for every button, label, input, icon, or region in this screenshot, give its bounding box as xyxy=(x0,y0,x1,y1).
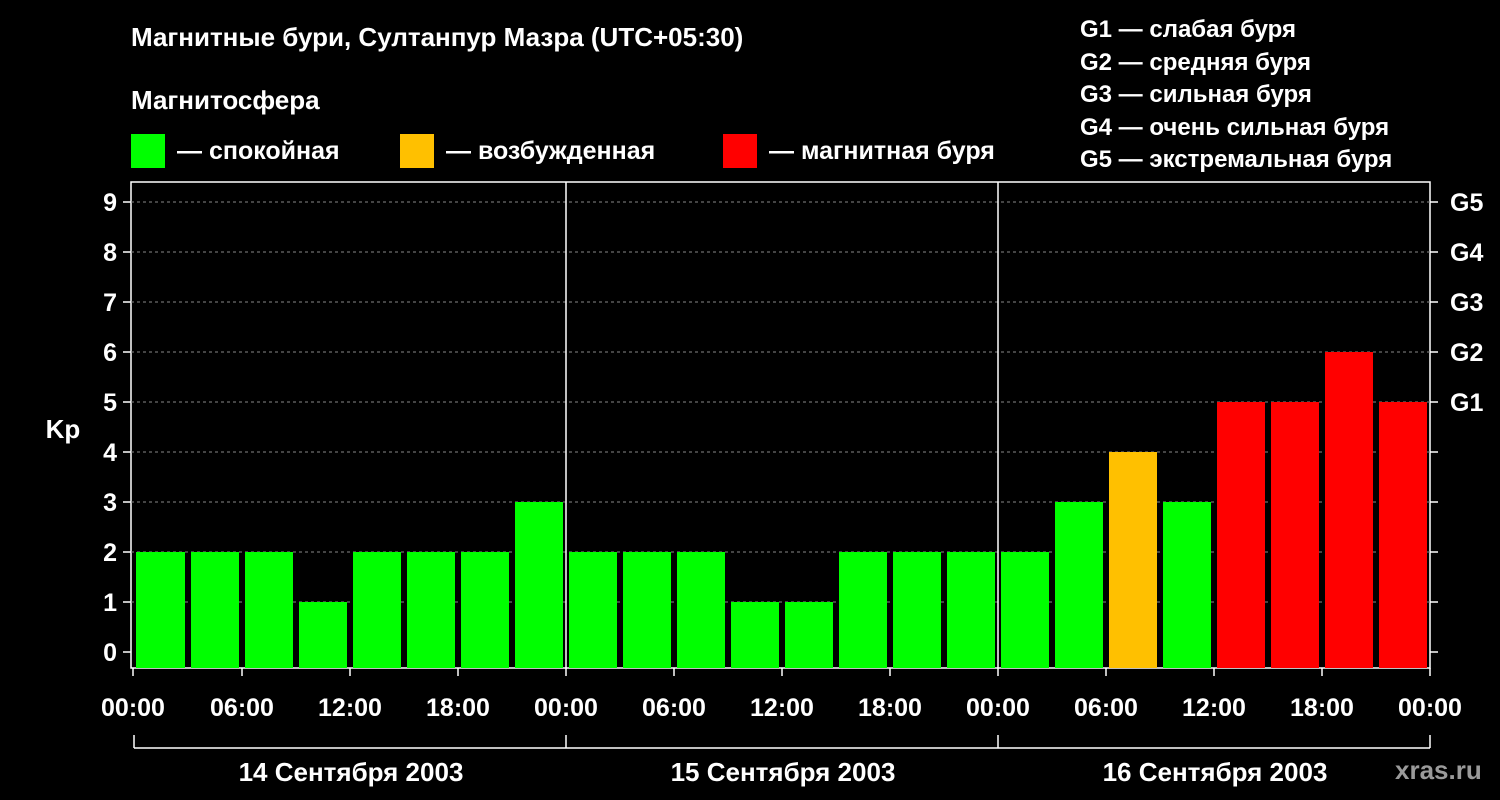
x-tick-label-12: 00:00 xyxy=(1398,694,1462,722)
x-tick-label-11: 18:00 xyxy=(1290,694,1354,722)
bar-18 xyxy=(1109,452,1157,668)
x-tick-label-1: 06:00 xyxy=(210,694,274,722)
bar-14 xyxy=(893,552,941,668)
day-label-2: 16 Сентября 2003 xyxy=(1103,757,1328,787)
bar-4 xyxy=(353,552,401,668)
g-tick-label-g5: G5 xyxy=(1450,189,1483,217)
x-tick-label-0: 00:00 xyxy=(101,694,165,722)
bar-11 xyxy=(731,602,779,668)
y-tick-label-6: 6 xyxy=(103,339,117,367)
bar-19 xyxy=(1163,502,1211,668)
y-tick-label-0: 0 xyxy=(103,639,117,667)
y-tick-label-2: 2 xyxy=(103,539,117,567)
bar-15 xyxy=(947,552,995,668)
y-tick-label-8: 8 xyxy=(103,239,117,267)
g-tick-label-g4: G4 xyxy=(1450,239,1483,267)
x-tick-label-3: 18:00 xyxy=(426,694,490,722)
y-tick-label-3: 3 xyxy=(103,489,117,517)
x-tick-label-7: 18:00 xyxy=(858,694,922,722)
y-tick-label-1: 1 xyxy=(103,589,117,617)
watermark: xras.ru xyxy=(1395,755,1482,785)
x-tick-label-2: 12:00 xyxy=(318,694,382,722)
x-tick-label-8: 00:00 xyxy=(966,694,1030,722)
g-tick-label-g3: G3 xyxy=(1450,289,1483,317)
g-tick-label-g2: G2 xyxy=(1450,339,1483,367)
bar-9 xyxy=(623,552,671,668)
bar-16 xyxy=(1001,552,1049,668)
bar-1 xyxy=(191,552,239,668)
bar-10 xyxy=(677,552,725,668)
g-tick-label-g1: G1 xyxy=(1450,389,1483,417)
bar-13 xyxy=(839,552,887,668)
kp-bar-chart: 0 1 2 3 4 5 6 7 8 9 G1 G2 G3 G4 G5 Kp 00:00 06:00 12:00 18:… xyxy=(46,181,1483,787)
x-tick-label-9: 06:00 xyxy=(1074,694,1138,722)
bar-22 xyxy=(1325,352,1373,668)
bar-12 xyxy=(785,602,833,668)
y-tick-label-9: 9 xyxy=(103,189,117,217)
x-tick-label-5: 06:00 xyxy=(642,694,706,722)
y-tick-label-7: 7 xyxy=(103,289,117,317)
day-label-0: 14 Сентября 2003 xyxy=(239,757,464,787)
bar-23 xyxy=(1379,402,1427,668)
bar-2 xyxy=(245,552,293,668)
bar-8 xyxy=(569,552,617,668)
bar-7 xyxy=(515,502,563,668)
y-axis-label: Kp xyxy=(46,414,81,444)
bar-17 xyxy=(1055,502,1103,668)
y-tick-label-5: 5 xyxy=(103,389,117,417)
day-label-1: 15 Сентября 2003 xyxy=(671,757,896,787)
bar-21 xyxy=(1271,402,1319,668)
bar-20 xyxy=(1217,402,1265,668)
bar-3 xyxy=(299,602,347,668)
bar-6 xyxy=(461,552,509,668)
x-tick-label-4: 00:00 xyxy=(534,694,598,722)
bar-5 xyxy=(407,552,455,668)
bar-0 xyxy=(136,552,185,668)
x-tick-label-6: 12:00 xyxy=(750,694,814,722)
x-tick-label-10: 12:00 xyxy=(1182,694,1246,722)
y-tick-label-4: 4 xyxy=(103,439,117,467)
